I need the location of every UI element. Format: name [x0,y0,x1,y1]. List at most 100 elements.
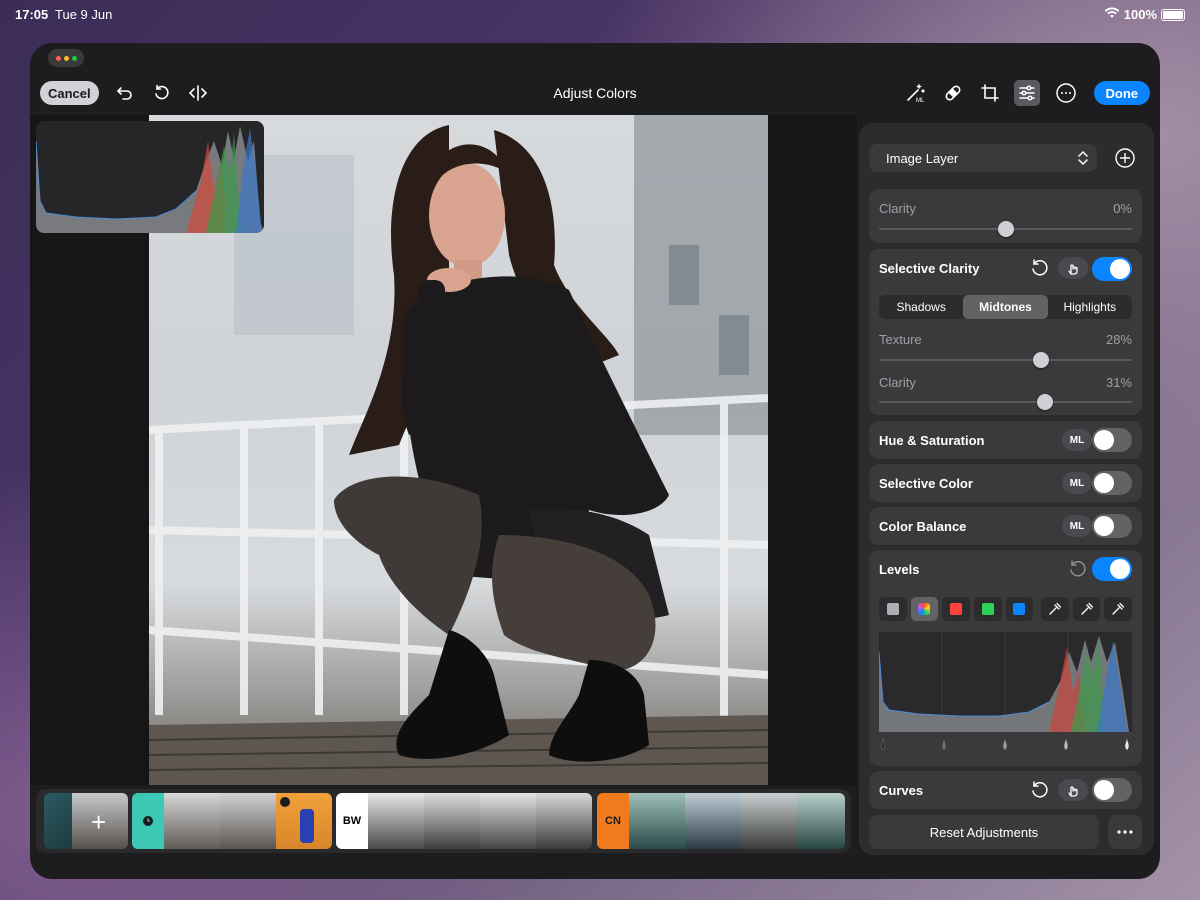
done-button[interactable]: Done [1093,81,1150,105]
battery-icon [1161,8,1185,21]
filmstrip-group-bw: BW [336,793,592,849]
histogram-thumbnail[interactable] [36,121,264,233]
wifi-icon [1104,7,1120,22]
filmstrip-thumb[interactable] [220,793,276,849]
filmstrip-thumb[interactable] [44,793,72,849]
clock-icon [143,816,153,826]
selective-clarity-header: Selective Clarity [869,249,1142,287]
selective-clarity-toggle[interactable] [1092,257,1132,281]
filmstrip-thumb[interactable] [741,793,797,849]
channel-gray-button[interactable] [879,597,907,621]
levels-channel-row [879,596,1132,622]
status-right: 100% [1104,7,1185,22]
adjustments-panel: Image Layer Clarity 0% Selective Clarity [859,123,1154,855]
filmstrip-group-1: + [44,793,128,849]
selective-color-row[interactable]: Selective Color ML [869,464,1142,502]
figure-icon [300,809,314,843]
filmstrip-thumb[interactable] [685,793,741,849]
filmstrip-group-2 [132,793,332,849]
clarity-slider-knob[interactable] [997,221,1014,237]
levels-body [869,588,1142,766]
midtone-clarity-value: 31% [1105,375,1132,390]
curves-title: Curves [879,783,924,798]
filmstrip-thumb[interactable] [276,793,332,849]
svg-text:ML: ML [916,98,925,103]
white-point-dropper-icon[interactable] [1104,597,1132,621]
selective-clarity-title: Selective Clarity [879,261,980,276]
midtone-clarity-slider-knob[interactable] [1036,394,1053,410]
levels-header: Levels [869,550,1142,588]
color-balance-title: Color Balance [879,519,967,534]
window-controls[interactable] [48,49,84,67]
color-balance-ml-button[interactable]: ML [1062,515,1092,537]
curves-reset-icon[interactable] [1028,779,1050,801]
minimize-dot-icon[interactable] [63,55,69,61]
curves-brush-icon[interactable] [1058,779,1088,801]
recent-tag[interactable] [132,793,164,849]
filmstrip-thumb[interactable] [424,793,480,849]
hue-saturation-row[interactable]: Hue & Saturation ML [869,421,1142,459]
bw-tag[interactable]: BW [336,793,368,849]
add-preset-button[interactable]: + [72,793,128,849]
add-layer-icon[interactable] [1115,148,1135,168]
clarity-label: Clarity [879,201,916,216]
filmstrip-thumb[interactable] [536,793,592,849]
panel-more-button[interactable] [1108,815,1142,849]
tone-range-segmented: Shadows Midtones Highlights [879,295,1132,319]
tab-midtones[interactable]: Midtones [963,295,1048,319]
ml-badge-icon [280,797,290,807]
tab-highlights[interactable]: Highlights [1048,295,1132,319]
filmstrip-thumb[interactable] [368,793,424,849]
filmstrip-thumb[interactable] [797,793,845,849]
levels-histogram[interactable] [879,632,1132,732]
curves-row[interactable]: Curves [869,771,1142,809]
zoom-dot-icon[interactable] [71,55,77,61]
selective-color-toggle[interactable] [1092,471,1132,495]
levels-toggle[interactable] [1092,557,1132,581]
channel-blue-button[interactable] [1005,597,1034,621]
selective-clarity-reset-icon[interactable] [1028,257,1050,279]
healing-bandage-icon[interactable] [942,82,964,104]
channel-green-button[interactable] [973,597,1002,621]
black-point-dropper-icon[interactable] [1041,597,1069,621]
preset-filmstrip: + BW CN [36,789,851,853]
close-dot-icon[interactable] [55,55,61,61]
clarity-card: Clarity 0% [869,189,1142,243]
magic-wand-ml-icon[interactable]: ML [904,82,926,104]
adjust-sliders-icon[interactable] [1014,80,1040,106]
channel-red-button[interactable] [942,597,970,621]
status-date: Tue 9 Jun [55,7,113,22]
tab-shadows[interactable]: Shadows [879,295,963,319]
layer-selector[interactable]: Image Layer [869,144,1097,172]
filmstrip-thumb[interactable] [480,793,536,849]
crop-icon[interactable] [979,82,1001,104]
clarity-slider[interactable] [879,221,1132,237]
color-balance-row[interactable]: Color Balance ML [869,507,1142,545]
filmstrip-thumb[interactable] [164,793,220,849]
cn-tag[interactable]: CN [597,793,629,849]
canvas-area[interactable] [30,115,857,785]
app-window: Cancel Adjust Colors ML Done + BW CN Ima… [30,43,1160,879]
midtone-clarity-slider[interactable] [879,394,1132,410]
levels-handles[interactable] [879,736,1132,754]
selective-color-ml-button[interactable]: ML [1062,472,1092,494]
color-balance-toggle[interactable] [1092,514,1132,538]
curves-toggle[interactable] [1092,778,1132,802]
gray-point-dropper-icon[interactable] [1072,597,1101,621]
reset-adjustments-button[interactable]: Reset Adjustments [869,815,1099,849]
texture-slider-knob[interactable] [1032,352,1049,368]
status-bar: 17:05 Tue 9 Jun 100% [0,0,1200,30]
channel-rgb-button[interactable] [910,597,939,621]
texture-slider[interactable] [879,352,1132,368]
levels-title: Levels [879,562,920,577]
hue-saturation-toggle[interactable] [1092,428,1132,452]
levels-reset-icon[interactable] [1066,558,1088,580]
chevron-updown-icon [1078,150,1088,166]
hue-saturation-title: Hue & Saturation [879,433,985,448]
filmstrip-thumb[interactable] [629,793,685,849]
midtone-clarity-label: Clarity [879,375,916,390]
hue-saturation-ml-button[interactable]: ML [1062,429,1092,451]
selective-clarity-brush-icon[interactable] [1058,257,1088,279]
more-icon[interactable] [1055,82,1077,104]
battery-percent: 100% [1123,7,1157,22]
